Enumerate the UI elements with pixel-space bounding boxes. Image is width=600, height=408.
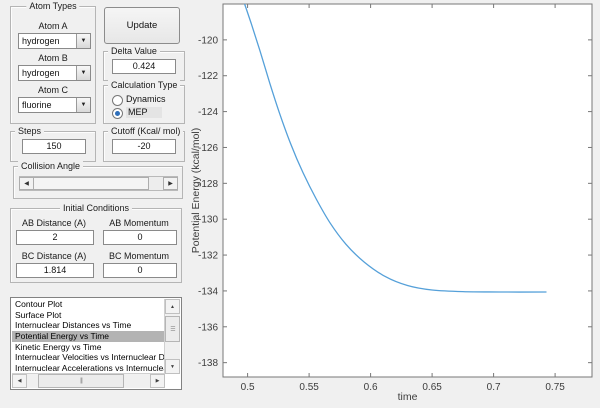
mep-radio[interactable] [112,108,123,119]
collision-angle-panel: Collision Angle ◀ ▶ [13,161,183,199]
y-tick-label: -124 [198,107,218,118]
list-item[interactable]: Kinetic Energy vs Time [12,342,165,353]
delta-value-title: Delta Value [108,46,160,56]
potential-energy-chart: 0.5 0.55 0.6 0.65 0.7 0.75 -138 -136 -134 -132 -13… [186,0,600,408]
x-tick-label: 0.65 [422,382,442,393]
chart-svg: 0.5 0.55 0.6 0.65 0.7 0.75-138-136-134-132-13… [190,3,593,403]
scroll-up-icon[interactable]: ▲ [165,299,180,314]
x-axis-label: time [398,391,418,403]
atom-b-dropdown[interactable]: hydrogen ▼ [18,65,91,81]
ab-distance-field[interactable]: 2 [16,230,94,245]
initial-conditions-panel: Initial Conditions AB Distance (A) AB Mo… [10,203,182,283]
slider-right-arrow-icon[interactable]: ▶ [163,177,178,190]
bc-momentum-field[interactable]: 0 [103,263,177,278]
slider-thumb[interactable] [33,177,149,190]
y-tick-label: -120 [198,35,218,46]
x-tick-label: 0.7 [487,382,501,393]
bc-distance-field[interactable]: 1.814 [16,263,94,278]
plot-type-listbox: Contour Plot Surface Plot Internuclear D… [10,297,182,390]
atom-b-label: Atom B [38,53,68,63]
horizontal-scroll-thumb[interactable]: ||| [38,374,124,388]
x-tick-label: 0.5 [241,382,255,393]
collision-angle-slider[interactable]: ◀ ▶ [19,176,178,191]
list-item[interactable]: Contour Plot [12,299,165,310]
slider-left-arrow-icon[interactable]: ◀ [19,177,34,190]
y-axis-label: Potential Energy (kcal/mol) [190,128,202,253]
atom-b-value: hydrogen [22,68,60,78]
calculation-type-panel: Calculation Type Dynamics MEP [103,80,185,124]
y-tick-label: -136 [198,322,218,333]
x-tick-label: 0.6 [364,382,378,393]
list-item[interactable]: Internuclear Velocities vs Internuclear … [12,352,165,363]
ab-momentum-field[interactable]: 0 [103,230,177,245]
horizontal-scrollbar[interactable]: ◀ ||| ▶ [12,373,165,388]
calculation-type-title: Calculation Type [108,80,181,90]
y-tick-label: -134 [198,286,218,297]
plot-area [223,4,592,377]
vertical-scroll-thumb[interactable]: ☰ [165,316,180,342]
initial-conditions-title: Initial Conditions [59,203,133,213]
atom-a-value: hydrogen [22,36,60,46]
delta-value-field[interactable]: 0.424 [112,59,176,74]
scroll-down-icon[interactable]: ▼ [165,359,180,374]
cutoff-panel: Cutoff (Kcal/ mol) -20 [103,126,185,162]
matlab-gui-window: Atom Types Atom A hydrogen ▼ Atom B hydr… [0,0,600,408]
bc-momentum-label: BC Momentum [108,251,170,261]
delta-value-panel: Delta Value 0.424 [103,46,185,81]
x-tick-label: 0.55 [299,382,319,393]
ab-distance-label: AB Distance (A) [21,218,87,228]
update-button[interactable]: Update [104,7,180,44]
plot-type-list-rows: Contour Plot Surface Plot Internuclear D… [12,299,165,374]
list-item[interactable]: Internuclear Distances vs Time [12,320,165,331]
y-tick-label: -122 [198,71,218,82]
atom-c-value: fluorine [22,100,52,110]
list-item[interactable]: Potential Energy vs Time [12,331,165,342]
atom-types-title: Atom Types [26,1,80,11]
list-item[interactable]: Surface Plot [12,310,165,321]
atom-types-panel: Atom Types Atom A hydrogen ▼ Atom B hydr… [10,1,96,124]
scroll-right-icon[interactable]: ▶ [150,374,165,388]
cutoff-title: Cutoff (Kcal/ mol) [108,126,184,136]
cutoff-field[interactable]: -20 [112,139,176,154]
mep-radio-label[interactable]: MEP [126,107,162,118]
bc-distance-label: BC Distance (A) [21,251,87,261]
atom-c-label: Atom C [37,85,68,95]
chevron-down-icon[interactable]: ▼ [76,98,90,112]
steps-panel: Steps 150 [10,126,96,162]
dynamics-radio[interactable] [112,95,123,106]
chevron-down-icon[interactable]: ▼ [76,66,90,80]
scroll-left-icon[interactable]: ◀ [12,374,27,388]
atom-a-label: Atom A [38,21,68,31]
atom-a-dropdown[interactable]: hydrogen ▼ [18,33,91,49]
vertical-scrollbar[interactable]: ▲ ☰ ▼ [164,299,180,374]
collision-angle-title: Collision Angle [18,161,84,171]
x-tick-label: 0.75 [545,382,565,393]
atom-c-dropdown[interactable]: fluorine ▼ [18,97,91,113]
dynamics-radio-label[interactable]: Dynamics [126,94,166,105]
y-tick-label: -138 [198,358,218,369]
chevron-down-icon[interactable]: ▼ [76,34,90,48]
steps-field[interactable]: 150 [22,139,86,154]
ab-momentum-label: AB Momentum [109,218,169,228]
steps-title: Steps [15,126,45,136]
